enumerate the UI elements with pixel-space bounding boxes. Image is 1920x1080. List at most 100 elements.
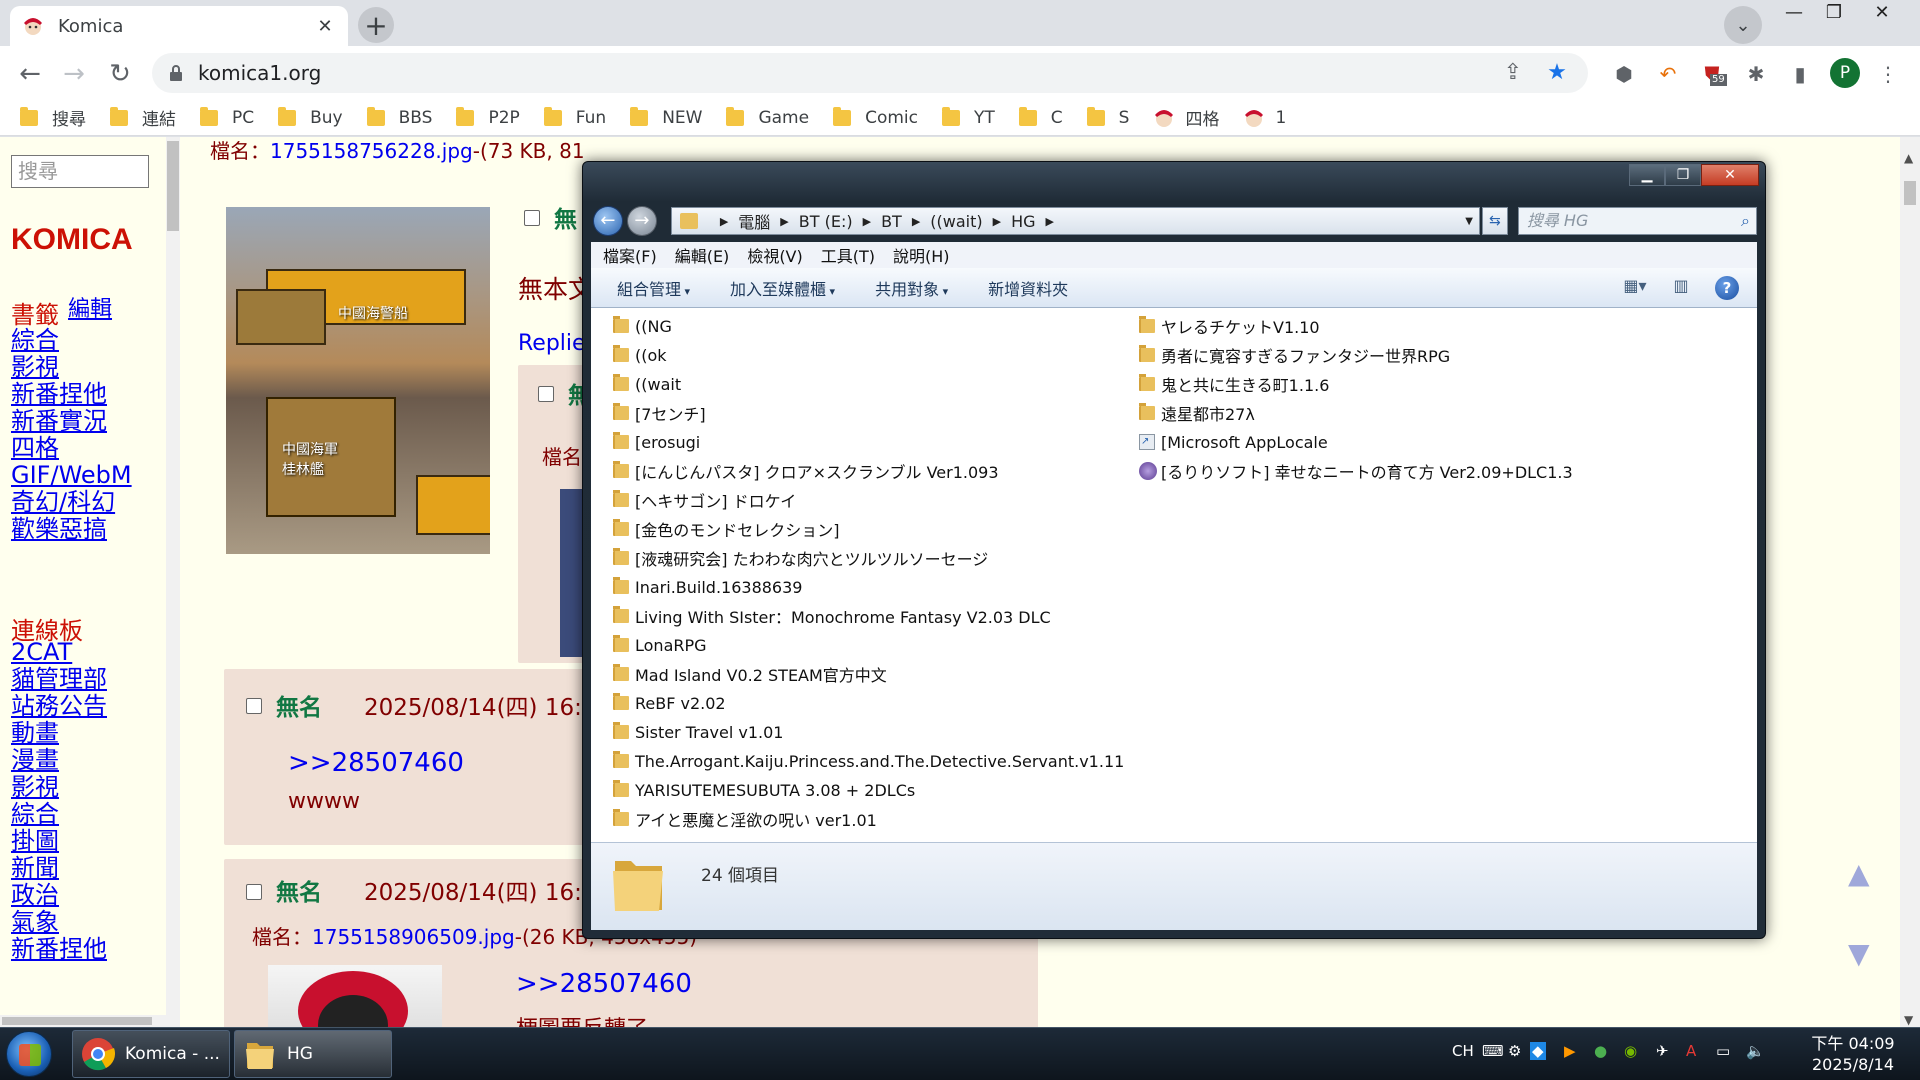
view-options-icon[interactable]: ▦▾ <box>1623 276 1647 298</box>
reply-0-checkbox[interactable] <box>538 386 554 402</box>
breadcrumb-item[interactable]: ((wait) <box>930 212 982 231</box>
url-text[interactable]: komica1.org <box>198 61 1500 85</box>
bookmark-7[interactable]: NEW <box>630 106 702 128</box>
folder-item[interactable]: ReBF v2.02 <box>613 691 726 715</box>
tray-nvidia-icon[interactable]: ◉ <box>1624 1042 1637 1060</box>
folder-item[interactable]: Living With SIster：Monochrome Fantasy V2… <box>613 604 1051 628</box>
sidebar-board-link[interactable]: 新聞 <box>11 853 59 883</box>
bookmark-0[interactable]: 搜尋 <box>20 105 86 130</box>
folder-item[interactable]: 鬼と共に生きる町1.1.6 <box>1139 372 1329 396</box>
folder-item[interactable]: LonaRPG <box>613 633 707 657</box>
folder-item[interactable]: [ヘキサゴン] ドロケイ <box>613 488 796 512</box>
sidebar-board-link[interactable]: 氣象 <box>11 907 59 937</box>
folder-item[interactable]: [にんじんパスタ] クロア×スクランブル Ver1.093 <box>613 459 999 483</box>
folder-item[interactable]: ヤレるチケットV1.10 <box>1139 314 1320 338</box>
close-button[interactable]: ✕ <box>1864 2 1900 24</box>
bookmark-page-1[interactable]: 1 <box>1243 107 1286 129</box>
breadcrumb-chevron-icon[interactable]: ▶ <box>993 215 1001 228</box>
share-icon[interactable]: ⇪ <box>1500 60 1526 86</box>
sidebar-bookmark-link[interactable]: 奇幻/科幻 <box>11 487 115 517</box>
tray-app-icon[interactable]: ◆ <box>1530 1042 1546 1060</box>
extension-shield-icon[interactable]: ⛊59 <box>1698 60 1727 88</box>
organize-button[interactable]: 組合管理 <box>617 276 690 300</box>
keyboard-icon[interactable]: ⌨ <box>1482 1042 1504 1060</box>
folder-item[interactable]: ((NG <box>613 314 672 338</box>
bookmark-1[interactable]: 連結 <box>110 105 176 130</box>
bookmark-page-0[interactable]: 四格 <box>1153 105 1219 130</box>
breadcrumb-chevron-icon[interactable]: ▶ <box>863 215 871 228</box>
profile-avatar[interactable]: P <box>1830 58 1860 88</box>
breadcrumb-item[interactable]: BT (E:) <box>799 212 853 231</box>
tab-search-chevron-icon[interactable]: ⌄ <box>1724 6 1762 44</box>
scroll-bottom-arrow-icon[interactable]: ▼ <box>1848 937 1870 970</box>
sidebar-board-link[interactable]: 漫畫 <box>11 745 59 775</box>
folder-item[interactable]: アイと悪魔と淫欲の呪い ver1.01 <box>613 807 877 831</box>
forward-arrow-icon[interactable]: → <box>58 58 90 90</box>
folder-item[interactable]: 遠星都市27λ <box>1139 401 1255 425</box>
folder-item[interactable]: The.Arrogant.Kaiju.Princess.and.The.Dete… <box>613 749 1124 773</box>
ime-indicator[interactable]: CH <box>1452 1042 1474 1060</box>
extensions-puzzle-icon[interactable]: ✱ <box>1742 60 1770 88</box>
sidebar-board-link[interactable]: 貓管理部 <box>11 664 107 694</box>
explorer-maximize-button[interactable]: ❐ <box>1665 164 1701 186</box>
explorer-refresh-icon[interactable]: ⇆ <box>1481 207 1508 235</box>
new-folder-button[interactable]: 新增資料夾 <box>988 276 1068 300</box>
folder-item[interactable]: [金色のモンドセレクション] <box>613 517 840 541</box>
folder-item[interactable]: ((ok <box>613 343 667 367</box>
bookmark-3[interactable]: Buy <box>278 106 343 128</box>
minimize-button[interactable]: — <box>1776 2 1812 24</box>
explorer-search-input[interactable]: 搜尋 HG ⌕ <box>1517 207 1757 235</box>
menu-kebab-icon[interactable]: ⋮ <box>1874 60 1902 88</box>
sidebar-bookmark-link[interactable]: 新番捏他 <box>11 379 107 409</box>
folder-item[interactable]: Inari.Build.16388639 <box>613 575 802 599</box>
bookmark-6[interactable]: Fun <box>543 106 606 128</box>
sidebar-board-link[interactable]: 站務公告 <box>11 691 107 721</box>
volume-icon[interactable]: 🔈 <box>1746 1042 1765 1060</box>
sidebar-bookmark-link[interactable]: GIF/WebM <box>11 460 132 490</box>
menu-item[interactable]: 工具(T) <box>821 243 875 267</box>
bookmark-9[interactable]: Comic <box>833 106 918 128</box>
breadcrumb-chevron-icon[interactable]: ▶ <box>912 215 920 228</box>
reply-1-quote-link[interactable]: >>28507460 <box>288 748 464 778</box>
share-with-button[interactable]: 共用對象 <box>875 276 948 300</box>
bookmark-4[interactable]: BBS <box>366 106 432 128</box>
reply-2-quote-link[interactable]: >>28507460 <box>516 969 692 999</box>
sidebar-bookmark-link[interactable]: 四格 <box>11 433 59 463</box>
bookmark-2[interactable]: PC <box>200 106 254 128</box>
op-image-thumbnail[interactable]: 中國海警船 中國海軍 桂林艦 <box>226 207 490 554</box>
address-dropdown-icon[interactable]: ▼ <box>1465 216 1473 227</box>
menu-item[interactable]: 說明(H) <box>893 243 950 267</box>
sidebar-board-link[interactable]: 掛圖 <box>11 826 59 856</box>
explorer-close-button[interactable]: ✕ <box>1701 164 1759 186</box>
folder-item[interactable]: YARISUTEMESUBUTA 3.08 + 2DLCs <box>613 778 915 802</box>
sidebar-bookmark-link[interactable]: 影視 <box>11 352 59 382</box>
explorer-breadcrumb[interactable]: ▶ 電腦 ▶ BT (E:) ▶ BT ▶ ((wait) ▶ HG ▶ ▼ <box>670 207 1480 235</box>
address-bar[interactable]: komica1.org ⇪ ★ <box>152 53 1588 93</box>
reply-1-checkbox[interactable] <box>246 698 262 714</box>
folder-item[interactable]: [erosugi <box>613 430 700 454</box>
new-tab-button[interactable]: + <box>358 7 394 43</box>
bookmark-12[interactable]: S <box>1086 106 1129 128</box>
menu-item[interactable]: 檢視(V) <box>747 243 802 267</box>
folder-item[interactable]: [液魂研究会] たわわな肉穴とツルツルソーセージ <box>613 546 988 570</box>
tab-komica[interactable]: Komica ✕ <box>10 6 348 46</box>
sidebar-search-input[interactable]: 搜尋 <box>11 155 149 188</box>
breadcrumb-chevron-icon[interactable]: ▶ <box>1046 215 1054 228</box>
explorer-forward-icon[interactable]: → <box>626 206 657 236</box>
sidebar-bookmark-link[interactable]: 綜合 <box>11 325 59 355</box>
sidebar-bookmark-link[interactable]: 新番實況 <box>11 406 107 436</box>
back-arrow-icon[interactable]: ← <box>14 58 46 90</box>
edit-bookmarks-link[interactable]: 編輯 <box>68 295 112 325</box>
bookmark-5[interactable]: P2P <box>456 106 520 128</box>
sidebar-scrollbar[interactable] <box>166 137 180 1027</box>
explorer-minimize-button[interactable]: ▁ <box>1629 164 1665 186</box>
bookmark-star-icon[interactable]: ★ <box>1544 60 1570 86</box>
tray-satellite-icon[interactable]: ✈ <box>1656 1042 1669 1060</box>
sidebar-board-link[interactable]: 綜合 <box>11 799 59 829</box>
tray-utorrent-icon[interactable]: ● <box>1594 1042 1607 1060</box>
reply-2-checkbox[interactable] <box>246 884 262 900</box>
page-scrollbar[interactable]: ▲ ▼ <box>1900 137 1920 1027</box>
system-clock[interactable]: 下午 04:09 2025/8/14 <box>1800 1033 1906 1075</box>
scroll-top-arrow-icon[interactable]: ▲ <box>1848 857 1870 890</box>
breadcrumb-item[interactable]: 電腦 <box>738 209 770 233</box>
